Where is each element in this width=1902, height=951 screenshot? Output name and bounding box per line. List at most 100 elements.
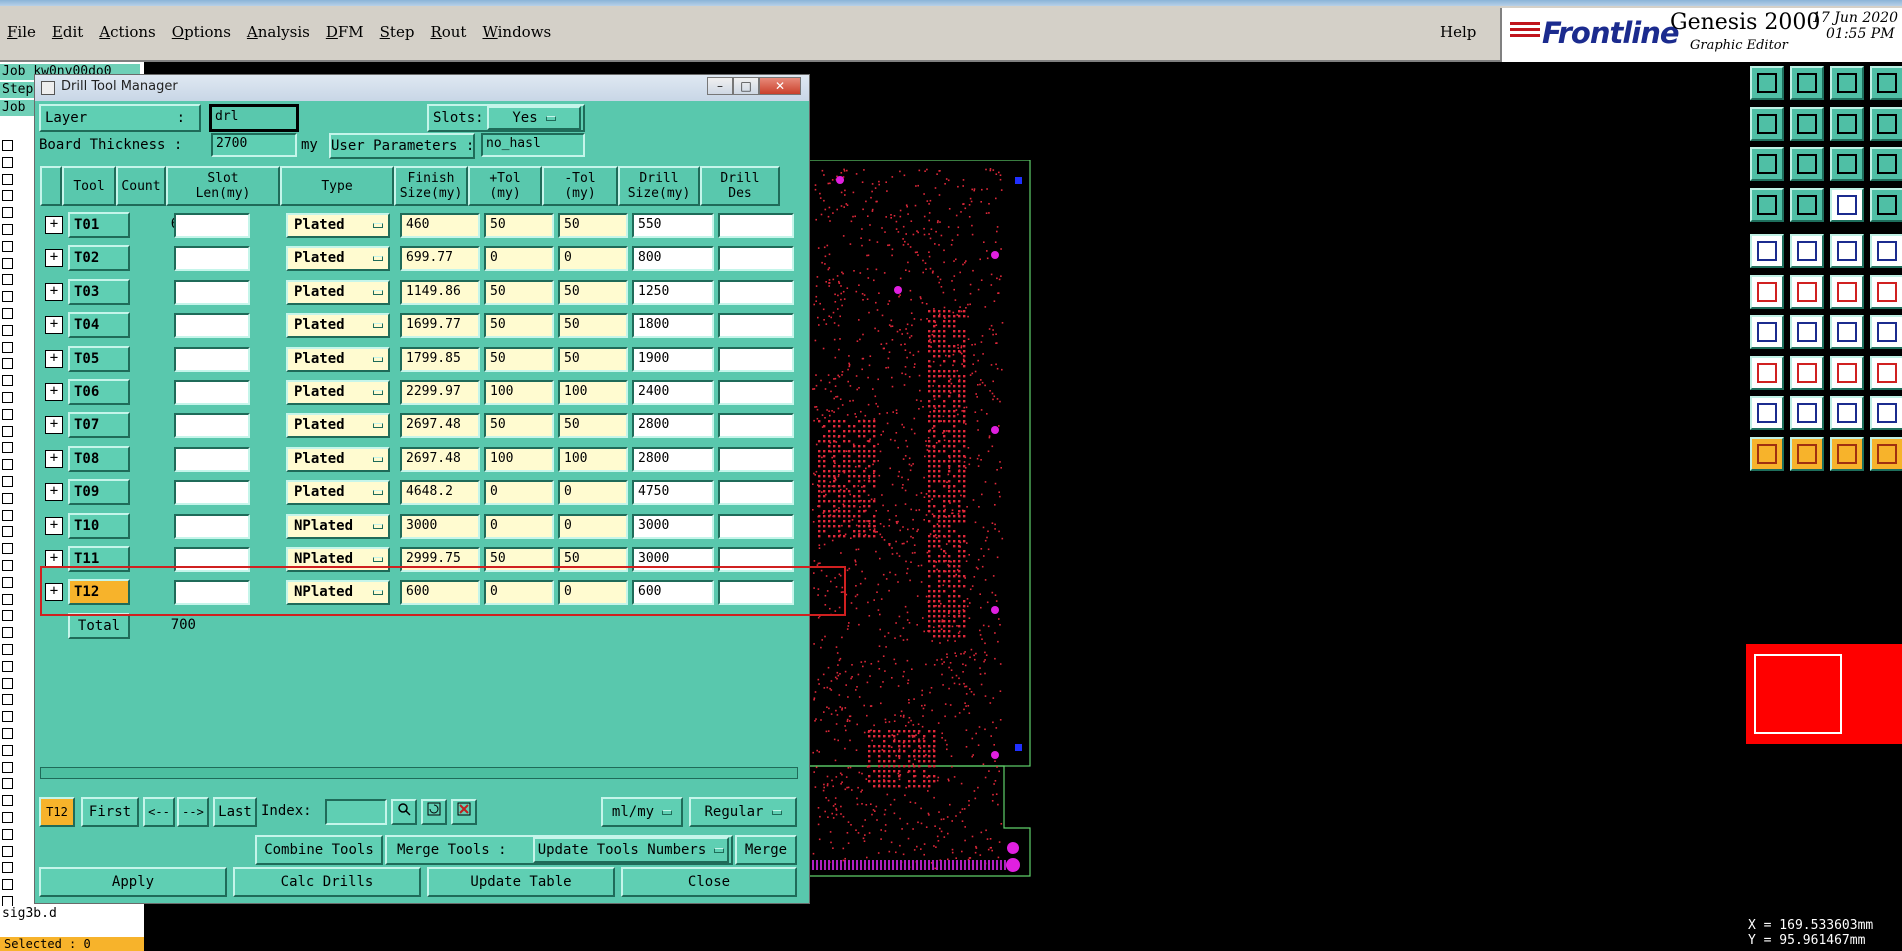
- type-select[interactable]: NPlated: [286, 513, 390, 539]
- save-icon[interactable]: [1790, 66, 1824, 100]
- expand-row-button[interactable]: +: [45, 449, 63, 468]
- finish-size-input[interactable]: 2697.48: [400, 413, 480, 439]
- expand-row-button[interactable]: +: [45, 282, 63, 301]
- drill-size-input[interactable]: 550: [632, 213, 714, 238]
- select2-icon[interactable]: [1790, 436, 1824, 471]
- clear-index-button[interactable]: [451, 799, 477, 825]
- layer-checkbox[interactable]: [2, 442, 13, 454]
- drill-size-input[interactable]: 2800: [632, 413, 714, 439]
- plus-tol-input[interactable]: 100: [484, 446, 554, 472]
- slot-length-input[interactable]: [174, 513, 250, 539]
- circle-icon[interactable]: [1870, 234, 1902, 268]
- minus-tol-input[interactable]: 50: [558, 346, 628, 372]
- type-select[interactable]: Plated: [286, 279, 390, 305]
- plus-tol-input[interactable]: 50: [484, 413, 554, 439]
- step-back-icon[interactable]: [1830, 106, 1864, 141]
- menu-help[interactable]: Help: [1440, 20, 1476, 44]
- minus-tol-input[interactable]: 100: [558, 446, 628, 472]
- layer-checkbox[interactable]: [2, 728, 13, 739]
- layer-checkbox[interactable]: [2, 274, 13, 286]
- layer-checkbox[interactable]: [2, 375, 13, 387]
- finish-size-input[interactable]: 2697.48: [400, 446, 480, 472]
- layer-checkbox[interactable]: [2, 240, 13, 252]
- dialog-titlebar[interactable]: Drill Tool Manager – □ ✕: [35, 75, 809, 101]
- type-select[interactable]: Plated: [286, 380, 390, 405]
- layer-checkbox[interactable]: [2, 812, 13, 823]
- last-button[interactable]: Last: [213, 797, 257, 827]
- plus-tol-input[interactable]: 0: [484, 246, 554, 272]
- slot-length-input[interactable]: [174, 213, 250, 238]
- maximize-button[interactable]: □: [733, 77, 759, 95]
- menu-options[interactable]: Options: [165, 20, 240, 44]
- drill-des-input[interactable]: [718, 480, 794, 506]
- route-icon[interactable]: [1870, 187, 1902, 222]
- minus-tol-input[interactable]: 50: [558, 313, 628, 339]
- tool-button[interactable]: T09: [68, 479, 130, 506]
- combine-tools-button[interactable]: Combine Tools: [255, 835, 383, 865]
- plus-tol-input[interactable]: 0: [484, 480, 554, 506]
- plus-tol-input[interactable]: 50: [484, 279, 554, 305]
- menu-windows[interactable]: Windows: [475, 20, 560, 44]
- measure-icon[interactable]: [1830, 234, 1864, 268]
- net-icon[interactable]: [1750, 274, 1784, 309]
- finish-size-input[interactable]: 4648.2: [400, 480, 480, 506]
- tri2-icon[interactable]: [1790, 396, 1824, 430]
- drill-size-input[interactable]: 3000: [632, 513, 714, 539]
- slot-length-input[interactable]: [174, 480, 250, 506]
- type-select[interactable]: Plated: [286, 480, 390, 506]
- connect2-icon[interactable]: [1870, 274, 1902, 309]
- expand-row-button[interactable]: +: [45, 249, 63, 268]
- layer-checkbox[interactable]: [2, 224, 13, 235]
- angle-icon[interactable]: [1750, 315, 1784, 349]
- drill-des-input[interactable]: [718, 513, 794, 539]
- type-select[interactable]: Plated: [286, 413, 390, 439]
- snap-icon[interactable]: [1830, 187, 1864, 222]
- tool-button[interactable]: T07: [68, 412, 130, 439]
- type-select[interactable]: Plated: [286, 446, 390, 472]
- layer-checkbox[interactable]: [2, 526, 13, 538]
- close-window-button[interactable]: ✕: [759, 77, 801, 95]
- layer-checkbox[interactable]: [2, 324, 13, 336]
- tri3-icon[interactable]: [1830, 396, 1864, 430]
- merge-button[interactable]: Merge: [735, 835, 797, 865]
- help-icon[interactable]: [1870, 147, 1902, 181]
- layer-checkbox[interactable]: [2, 862, 13, 874]
- tool-button[interactable]: T01: [68, 212, 130, 238]
- menu-actions[interactable]: Actions: [92, 20, 164, 44]
- layer-checkbox[interactable]: [2, 156, 13, 168]
- tool-button[interactable]: T04: [68, 312, 130, 339]
- close-button[interactable]: Close: [621, 867, 797, 897]
- menu-file[interactable]: File: [0, 20, 45, 44]
- layer-checkbox[interactable]: [2, 341, 13, 353]
- layer-checkbox[interactable]: [2, 879, 13, 891]
- fit-icon[interactable]: [1830, 355, 1864, 390]
- plus-tol-input[interactable]: 100: [484, 380, 554, 405]
- expand-row-button[interactable]: +: [45, 383, 63, 401]
- expand-row-button[interactable]: +: [45, 216, 63, 234]
- tool-button[interactable]: T08: [68, 445, 130, 472]
- minus-tol-input[interactable]: 0: [558, 513, 628, 539]
- layer-checkbox[interactable]: [2, 140, 13, 151]
- tool-button[interactable]: T10: [68, 512, 130, 539]
- apply-button[interactable]: Apply: [39, 867, 227, 897]
- layer-checkbox[interactable]: [2, 190, 13, 202]
- slot-length-input[interactable]: [174, 279, 250, 305]
- drill-icon[interactable]: [1750, 355, 1784, 390]
- minus-tol-input[interactable]: 100: [558, 380, 628, 405]
- layer-checkbox[interactable]: [2, 408, 13, 420]
- layer-checkbox[interactable]: [2, 543, 13, 555]
- text-icon[interactable]: [1870, 315, 1902, 349]
- plus-tol-input[interactable]: 0: [484, 513, 554, 539]
- layer-checkbox[interactable]: [2, 828, 13, 840]
- pad-icon[interactable]: [1750, 234, 1784, 268]
- merge-option-select[interactable]: Update Tools Numbers: [533, 837, 729, 863]
- menu-dfm[interactable]: DFM: [319, 20, 373, 44]
- next-button[interactable]: -->: [177, 797, 209, 827]
- mode-select[interactable]: Regular: [689, 797, 797, 827]
- menu-edit[interactable]: Edit: [45, 20, 92, 44]
- layer-checkbox[interactable]: [2, 627, 13, 639]
- drill-des-input[interactable]: [718, 446, 794, 472]
- slot-length-input[interactable]: [174, 313, 250, 339]
- slots-select[interactable]: Yes: [487, 106, 581, 130]
- expand-row-button[interactable]: +: [45, 516, 63, 535]
